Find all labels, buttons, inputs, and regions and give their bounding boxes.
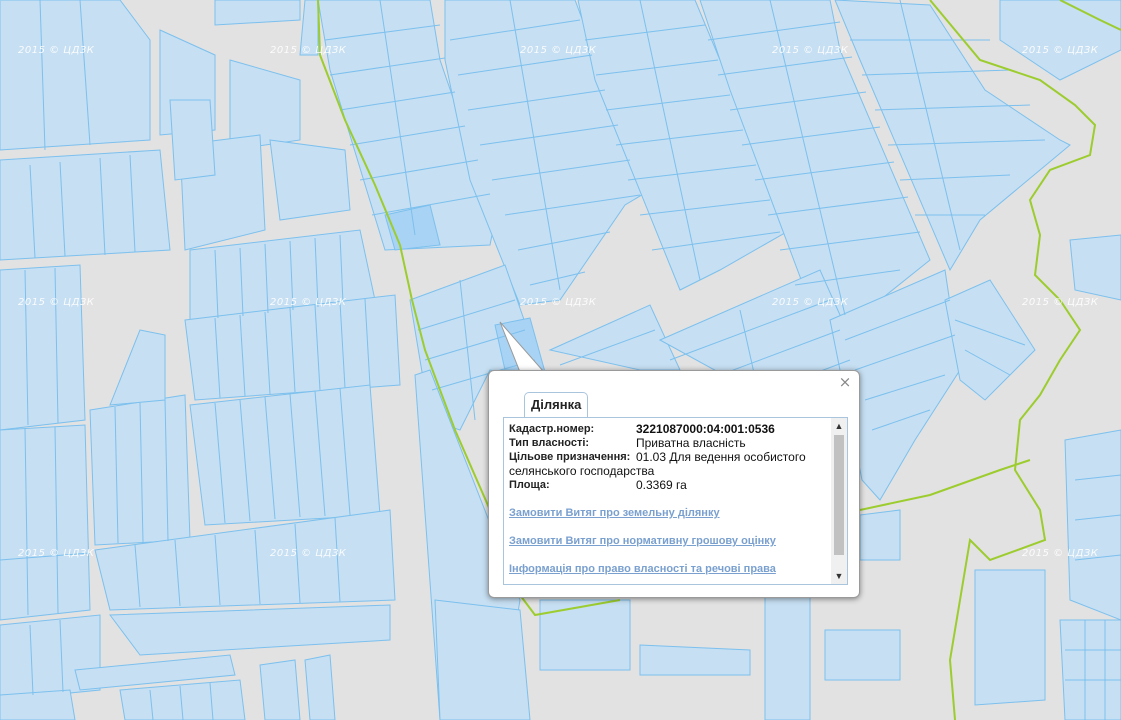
watermark: 2015 © ЦДЗК	[270, 45, 347, 56]
parcel-details: Кадастр.номер: 3221087000:04:001:0536 Ти…	[509, 422, 831, 576]
area-row: Площа: 0.3369 га	[509, 478, 831, 492]
order-valuation-extract-link[interactable]: Замовити Витяг про нормативну грошову оц…	[509, 534, 831, 548]
watermark: 2015 © ЦДЗК	[1022, 297, 1099, 308]
tab-parcel[interactable]: Ділянка	[524, 392, 589, 417]
order-land-extract-link[interactable]: Замовити Витяг про земельну ділянку	[509, 506, 831, 520]
popup-content-panel[interactable]: Кадастр.номер: 3221087000:04:001:0536 Ти…	[503, 417, 848, 585]
cadastral-row: Кадастр.номер: 3221087000:04:001:0536	[509, 422, 831, 436]
watermark: 2015 © ЦДЗК	[18, 548, 95, 559]
purpose-value: 01.03 Для ведення особистого	[636, 450, 806, 464]
scroll-down-icon[interactable]: ▼	[831, 568, 847, 584]
popup-pointer	[499, 321, 546, 374]
watermark: 2015 © ЦДЗК	[520, 45, 597, 56]
cadastral-value: 3221087000:04:001:0536	[636, 422, 775, 436]
watermark: 2015 © ЦДЗК	[772, 297, 849, 308]
popup-scrollbar[interactable]: ▲ ▼	[831, 418, 847, 584]
close-icon[interactable]: ×	[838, 375, 852, 390]
ownership-label: Тип власності:	[509, 437, 590, 449]
ownership-rights-link[interactable]: Інформація про право власності та речові…	[509, 562, 831, 576]
map-canvas[interactable]	[0, 0, 1121, 720]
purpose-value-continued: селянського господарства	[509, 464, 655, 478]
watermark: 2015 © ЦДЗК	[18, 297, 95, 308]
cadastral-label: Кадастр.номер:	[509, 423, 595, 435]
purpose-row: Цільове призначення: 01.03 Для ведення о…	[509, 450, 831, 464]
scroll-up-icon[interactable]: ▲	[831, 418, 847, 434]
scroll-thumb[interactable]	[834, 435, 844, 555]
area-label: Площа:	[509, 479, 550, 491]
parcel-info-popup: × Ділянка Кадастр.номер: 3221087000:04:0…	[488, 370, 860, 598]
cadastral-map[interactable]: 2015 © ЦДЗК 2015 © ЦДЗК 2015 © ЦДЗК 2015…	[0, 0, 1121, 720]
ownership-value: Приватна власність	[636, 436, 746, 450]
purpose-label: Цільове призначення:	[509, 451, 631, 463]
watermark: 2015 © ЦДЗК	[772, 45, 849, 56]
ownership-row: Тип власності: Приватна власність	[509, 436, 831, 450]
watermark: 2015 © ЦДЗК	[1022, 45, 1099, 56]
watermark: 2015 © ЦДЗК	[270, 297, 347, 308]
watermark: 2015 © ЦДЗК	[1022, 548, 1099, 559]
watermark: 2015 © ЦДЗК	[18, 45, 95, 56]
watermark: 2015 © ЦДЗК	[520, 297, 597, 308]
watermark: 2015 © ЦДЗК	[270, 548, 347, 559]
area-value: 0.3369 га	[636, 478, 687, 492]
